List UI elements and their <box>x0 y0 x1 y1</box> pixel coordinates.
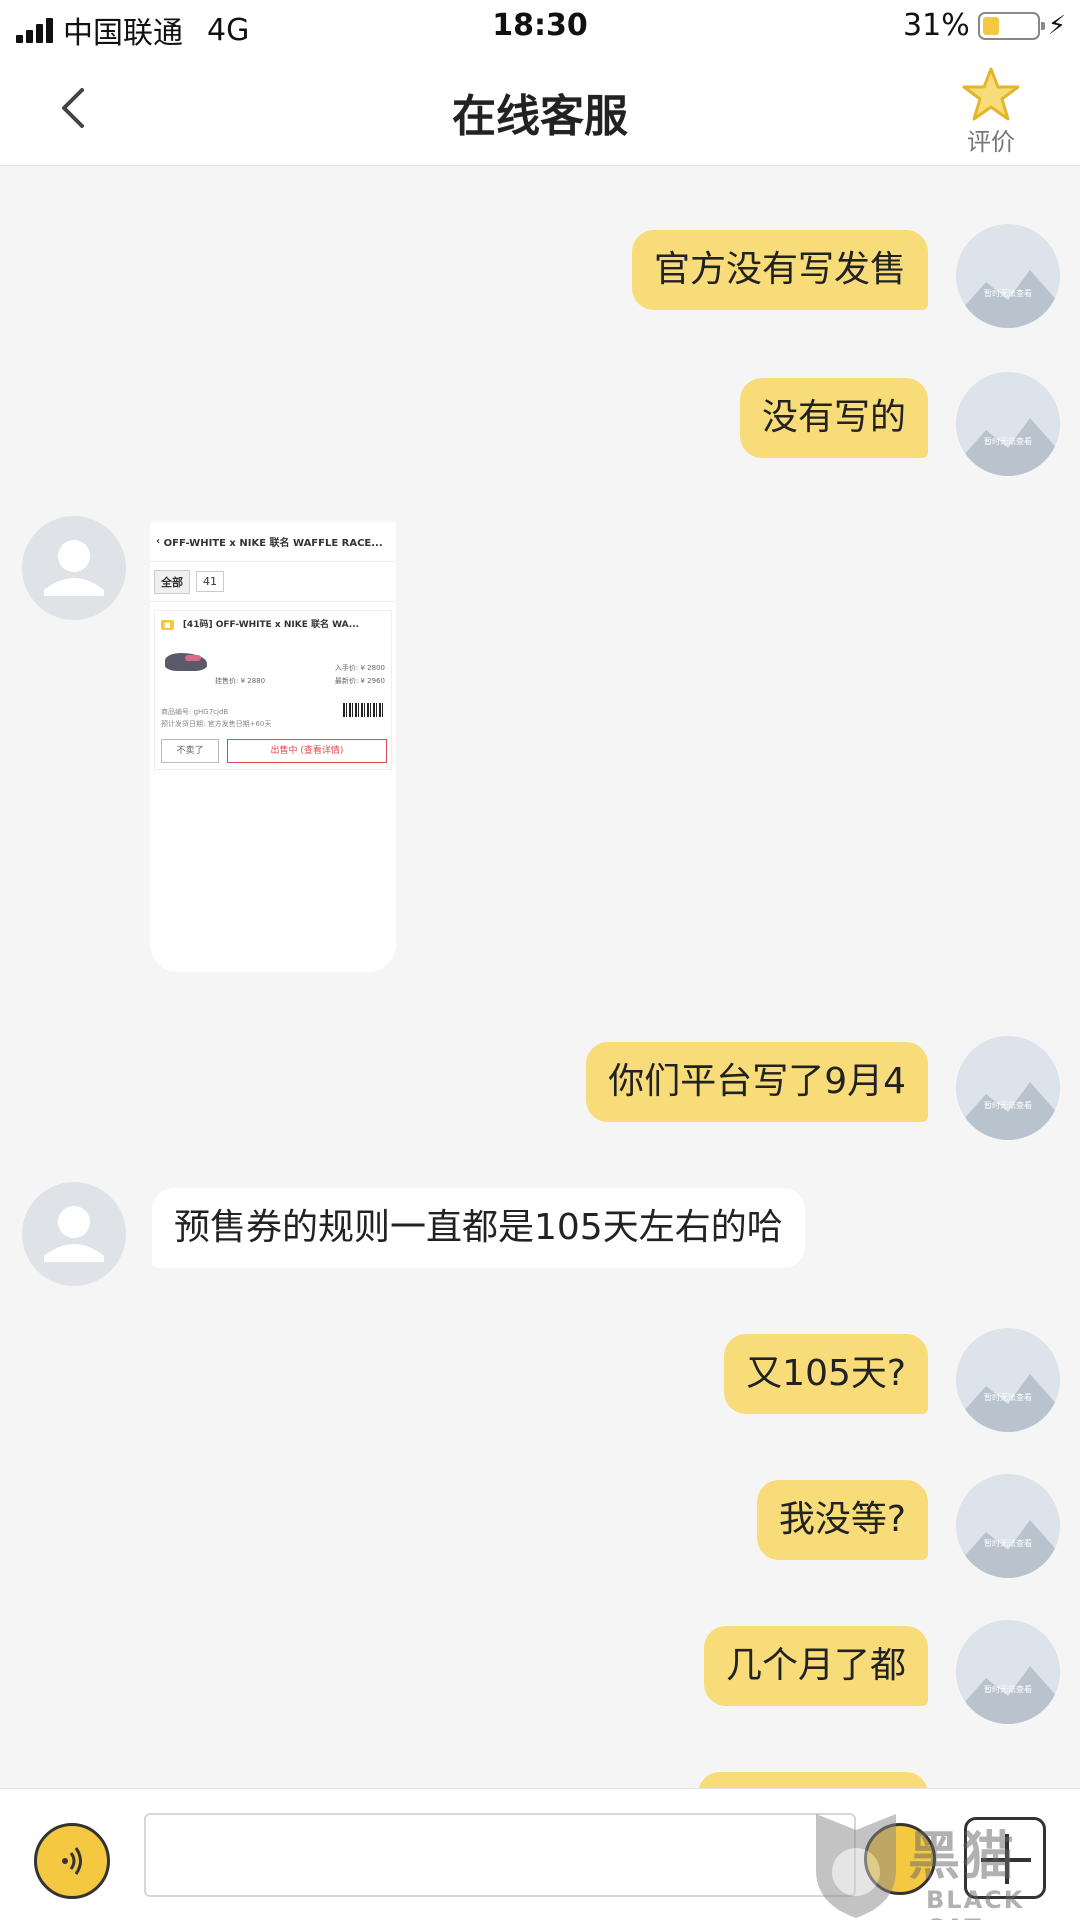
shot-price-buy: 入手价: ¥ 2800 <box>334 664 385 672</box>
watermark-cn: 黑猫 <box>908 1827 1017 1887</box>
sneaker-thumbnail <box>165 653 207 671</box>
user-avatar[interactable]: 暂时无法查看 <box>956 1328 1060 1432</box>
person-icon <box>44 540 104 596</box>
shot-header-text: OFF-WHITE x NIKE 联名 WAFFLE RACE... <box>163 538 383 549</box>
shot-ship-date: 预计发货日期: 官方发售日期+60天 <box>161 720 272 728</box>
agent-avatar <box>22 516 126 620</box>
shot-header: ‹ OFF-WHITE x NIKE 联名 WAFFLE RACE... <box>150 522 396 562</box>
message-bubble-sent[interactable]: 你们平台写了9月4 <box>586 1042 928 1122</box>
avatar-caption: 暂时无法查看 <box>984 1684 1032 1694</box>
message-bubble-received[interactable]: 预售券的规则一直都是105天左右的哈 <box>152 1188 805 1268</box>
image-placeholder-icon: 暂时无法查看 <box>956 1520 1060 1578</box>
image-message[interactable]: ‹ OFF-WHITE x NIKE 联名 WAFFLE RACE... 全部 … <box>150 522 396 972</box>
image-placeholder-icon: 暂时无法查看 <box>956 1374 1060 1432</box>
voice-icon <box>62 1847 82 1875</box>
avatar-caption: 暂时无法查看 <box>984 288 1032 298</box>
battery-fill <box>982 16 999 35</box>
message-bubble-sent[interactable]: 没有写的 <box>739 378 928 458</box>
watermark-en: BLACK CAT <box>926 1886 1025 1920</box>
user-avatar[interactable]: 暂时无法查看 <box>956 1620 1060 1724</box>
watermark: 黑猫 BLACK CAT <box>808 1808 1080 1920</box>
shot-filter-size: 41 <box>196 571 224 592</box>
user-avatar[interactable]: 暂时无法查看 <box>956 224 1060 328</box>
shot-filters: 全部 41 <box>150 562 396 602</box>
shot-item-title: [41码] OFF-WHITE x NIKE 联名 WA... <box>182 620 360 630</box>
shot-filter-all: 全部 <box>154 569 190 594</box>
user-avatar[interactable]: 暂时无法查看 <box>956 1036 1060 1140</box>
chat-list[interactable]: 官方没有写发售 暂时无法查看 没有写的 暂时无法查看 ‹ OFF-WHITE x… <box>0 166 1080 1788</box>
barcode-icon <box>343 703 385 717</box>
charging-icon: ⚡ <box>1047 10 1066 41</box>
user-avatar[interactable]: 暂时无法查看 <box>956 1474 1060 1578</box>
shot-btn-not-sell: 不卖了 <box>161 739 219 763</box>
battery-icon <box>977 11 1045 40</box>
person-icon <box>44 1206 104 1262</box>
status-right: 31% ⚡ <box>903 8 1066 43</box>
shot-tag: ■ <box>161 620 174 630</box>
avatar-caption: 暂时无法查看 <box>984 1392 1032 1402</box>
shot-price-latest: 最新价: ¥ 2960 <box>334 677 385 685</box>
image-placeholder-icon: 暂时无法查看 <box>956 1666 1060 1724</box>
image-placeholder-icon: 暂时无法查看 <box>956 418 1060 476</box>
image-placeholder-icon: 暂时无法查看 <box>956 1082 1060 1140</box>
voice-button[interactable] <box>34 1823 110 1899</box>
shot-meta: 商品编号: gHG7cjdB 预计发货日期: 官方发售日期+60天 <box>161 706 271 730</box>
shot-item: ■ [41码] OFF-WHITE x NIKE 联名 WA... 入手价: ¥… <box>154 610 392 770</box>
page-title: 在线客服 <box>452 91 628 142</box>
image-placeholder-icon: 暂时无法查看 <box>956 270 1060 328</box>
battery-percent: 31% <box>903 8 970 43</box>
message-bubble-sent[interactable]: 几个月了都 <box>703 1626 928 1706</box>
agent-avatar <box>22 1182 126 1286</box>
shot-price-left: 挂售价: ¥ 2880 <box>215 677 266 685</box>
user-avatar[interactable]: 暂时无法查看 <box>956 372 1060 476</box>
black-cat-logo-icon <box>816 1814 896 1918</box>
message-bubble-sent[interactable]: 官方没有写发售 <box>631 230 928 310</box>
message-bubble-sent[interactable]: 我没等? <box>756 1480 928 1560</box>
avatar-caption: 暂时无法查看 <box>984 436 1032 446</box>
message-input[interactable] <box>144 1813 856 1897</box>
shot-item-code: 商品编号: gHG7cjdB <box>161 708 229 716</box>
rate-button[interactable]: 评价 <box>946 66 1036 157</box>
star-icon <box>962 67 1020 121</box>
nav-bar: 在线客服 评价 <box>0 54 1080 166</box>
shot-btn-selling: 出售中 (查看详情) <box>227 739 387 763</box>
message-bubble-sent-partial[interactable] <box>698 1772 928 1788</box>
status-bar: 中国联通 4G 18:30 31% ⚡ <box>0 0 1080 54</box>
rate-label: 评价 <box>967 128 1015 156</box>
avatar-caption: 暂时无法查看 <box>984 1100 1032 1110</box>
message-bubble-sent[interactable]: 又105天? <box>724 1334 928 1414</box>
avatar-caption: 暂时无法查看 <box>984 1538 1032 1548</box>
